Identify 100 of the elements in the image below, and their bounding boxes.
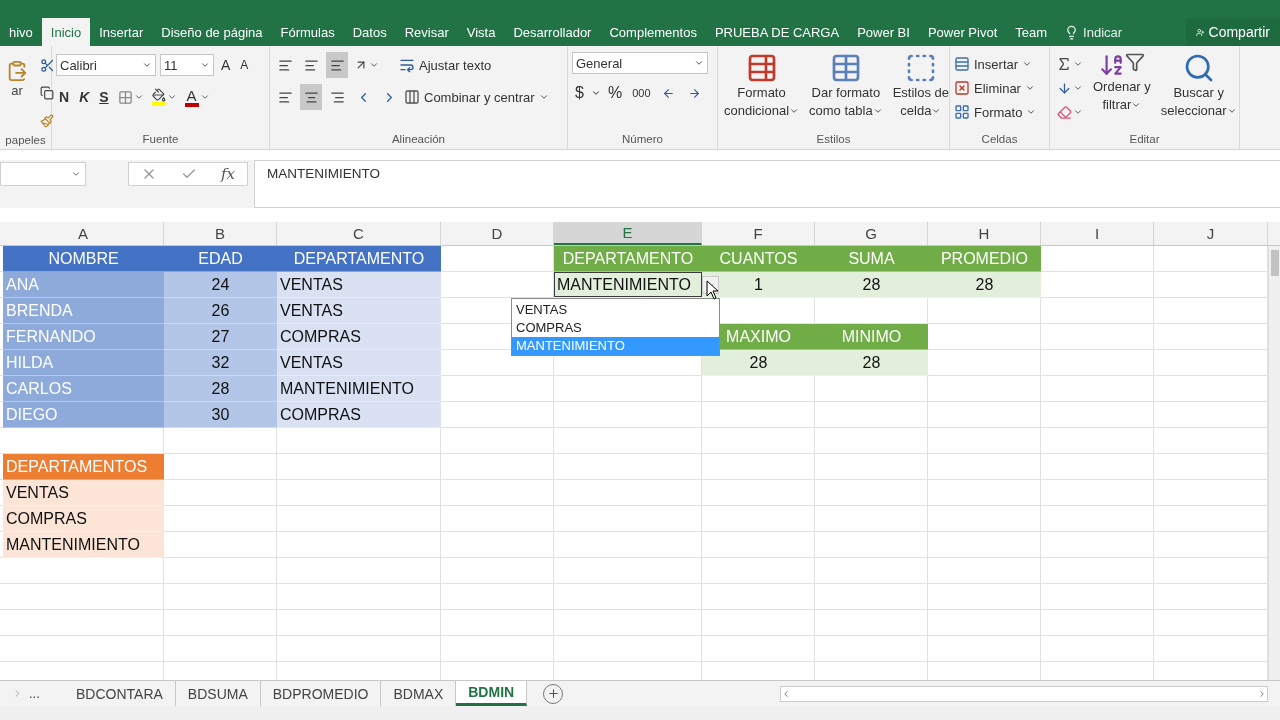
- header-cell[interactable]: NOMBRE: [3, 246, 164, 272]
- more-sheets-button[interactable]: ...: [29, 686, 40, 701]
- table-cell[interactable]: 26: [164, 298, 277, 324]
- group-label: Celdas: [980, 133, 1019, 147]
- caret-icon: [789, 106, 800, 116]
- thousands-button[interactable]: 000: [629, 80, 654, 106]
- tell-me-button[interactable]: Indicar: [1056, 18, 1137, 46]
- horizontal-scrollbar[interactable]: [780, 685, 1268, 702]
- ribbon-tab[interactable]: Insertar: [90, 18, 153, 46]
- caret-icon: [931, 106, 942, 116]
- table-cell[interactable]: COMPRAS: [277, 402, 441, 428]
- shrink-font-button[interactable]: A: [237, 52, 252, 78]
- ribbon-tab[interactable]: Datos: [343, 18, 396, 46]
- group-label: Estilos: [815, 133, 852, 147]
- vertical-align-button[interactable]: [326, 52, 348, 78]
- ribbon-tab[interactable]: Revisar: [395, 18, 458, 46]
- table-cell[interactable]: MANTENIMIENTO: [277, 376, 441, 402]
- sheet-tab[interactable]: BDMIN: [456, 681, 528, 706]
- caret-icon: [538, 92, 549, 102]
- table-cell[interactable]: VENTAS: [3, 480, 164, 506]
- table-cell[interactable]: 27: [164, 324, 277, 350]
- column-header[interactable]: B: [164, 222, 277, 245]
- ribbon-tab[interactable]: Diseño de página: [152, 18, 272, 46]
- ribbon-tab[interactable]: PRUEBA DE CARGA: [705, 18, 849, 46]
- column-header[interactable]: F: [702, 222, 815, 245]
- table-cell[interactable]: 32: [164, 350, 277, 376]
- group-label: Número: [621, 133, 664, 147]
- column-header[interactable]: G: [815, 222, 928, 245]
- font-size-field[interactable]: 11: [160, 54, 214, 76]
- table-cell[interactable]: VENTAS: [277, 350, 441, 376]
- column-header[interactable]: J: [1154, 222, 1268, 245]
- editing-button[interactable]: Buscar y seleccionar: [1158, 52, 1239, 133]
- italic-button[interactable]: K: [76, 84, 93, 110]
- arrow-icon: [688, 86, 701, 100]
- merge-center-button[interactable]: Combinar y centrar: [404, 84, 549, 110]
- paste-button[interactable]: ar: [4, 52, 30, 106]
- ribbon-tab[interactable]: Power BI: [848, 18, 919, 46]
- number-format-field[interactable]: General: [572, 52, 708, 74]
- insert-function-button[interactable]: fx: [220, 165, 235, 183]
- font-color-button[interactable]: A: [182, 84, 212, 110]
- column-header[interactable]: E: [554, 222, 702, 245]
- lines-icon: [329, 57, 345, 73]
- currency-button[interactable]: $: [572, 80, 587, 106]
- arrow-icon: [662, 86, 675, 100]
- table-cell[interactable]: 24: [164, 272, 277, 298]
- font-name-field[interactable]: Calibri: [56, 54, 156, 76]
- scissors-icon: [39, 57, 55, 73]
- header-cell[interactable]: EDAD: [164, 246, 277, 272]
- ribbon-tab[interactable]: Complementos: [600, 18, 706, 46]
- table-cell[interactable]: COMPRAS: [277, 324, 441, 350]
- table-cell[interactable]: COMPRAS: [3, 506, 164, 532]
- styles-button[interactable]: Dar formato como tabla: [807, 52, 885, 133]
- wrap-text-button[interactable]: Ajustar texto: [399, 52, 492, 78]
- borders-icon: [117, 89, 133, 105]
- column-header[interactable]: H: [928, 222, 1041, 245]
- table-cell[interactable]: 28: [815, 350, 928, 376]
- eraser-icon: [1056, 104, 1072, 120]
- table-cell[interactable]: MANTENIMIENTO: [554, 272, 702, 298]
- column-header[interactable]: C: [277, 222, 441, 245]
- caret-icon: [1226, 106, 1237, 116]
- cells-button[interactable]: Insertar: [954, 52, 1037, 76]
- underline-button[interactable]: S: [96, 84, 112, 110]
- cells-button[interactable]: Eliminar: [954, 76, 1037, 100]
- table-cell[interactable]: 28: [815, 272, 928, 298]
- styles-button[interactable]: Formato condicional: [722, 52, 802, 133]
- paintbrush-icon: [40, 114, 54, 128]
- align-icon: [277, 89, 293, 105]
- caret-icon: [590, 88, 601, 98]
- styles-button[interactable]: Estilos de celda: [890, 52, 951, 133]
- table-cell[interactable]: 28: [164, 376, 277, 402]
- table-cell[interactable]: MANTENIMIENTO: [3, 532, 164, 558]
- caret-icon: [200, 60, 210, 70]
- ribbon-tab[interactable]: Vista: [457, 18, 505, 46]
- cells-button[interactable]: Formato: [954, 100, 1037, 124]
- editing-button[interactable]: Ordenar y filtrar: [1091, 52, 1153, 133]
- share-button[interactable]: Compartir: [1186, 18, 1280, 46]
- bold-button[interactable]: N: [56, 84, 73, 110]
- plus-icon: [546, 687, 560, 700]
- header-cell[interactable]: DEPARTAMENTO: [277, 246, 441, 272]
- ribbon-tab[interactable]: Fórmulas: [271, 18, 344, 46]
- horizontal-align-button[interactable]: [300, 84, 322, 110]
- column-header[interactable]: I: [1041, 222, 1154, 245]
- ribbon-tab[interactable]: Inicio: [41, 18, 91, 46]
- percent-button[interactable]: %: [604, 80, 626, 106]
- table-cell[interactable]: 28: [928, 272, 1041, 298]
- scrollbar-thumb[interactable]: [1270, 250, 1279, 276]
- ribbon-tab[interactable]: Desarrollador: [504, 18, 601, 46]
- caret-icon: [133, 92, 144, 102]
- formula-input[interactable]: MANTENIMIENTO: [254, 160, 1280, 208]
- table-cell[interactable]: 28: [702, 350, 815, 376]
- grow-font-button[interactable]: A: [218, 52, 234, 78]
- ribbon-tab[interactable]: Power Pivot: [918, 18, 1007, 46]
- table-cell[interactable]: VENTAS: [277, 272, 441, 298]
- table-cell[interactable]: VENTAS: [277, 298, 441, 324]
- table-cell[interactable]: 30: [164, 402, 277, 428]
- ribbon-tab[interactable]: hivo: [0, 18, 42, 46]
- caret-icon: [694, 58, 704, 68]
- ribbon-tab[interactable]: Team: [1006, 18, 1057, 46]
- column-header[interactable]: A: [3, 222, 164, 245]
- merge-icon: [404, 89, 420, 105]
